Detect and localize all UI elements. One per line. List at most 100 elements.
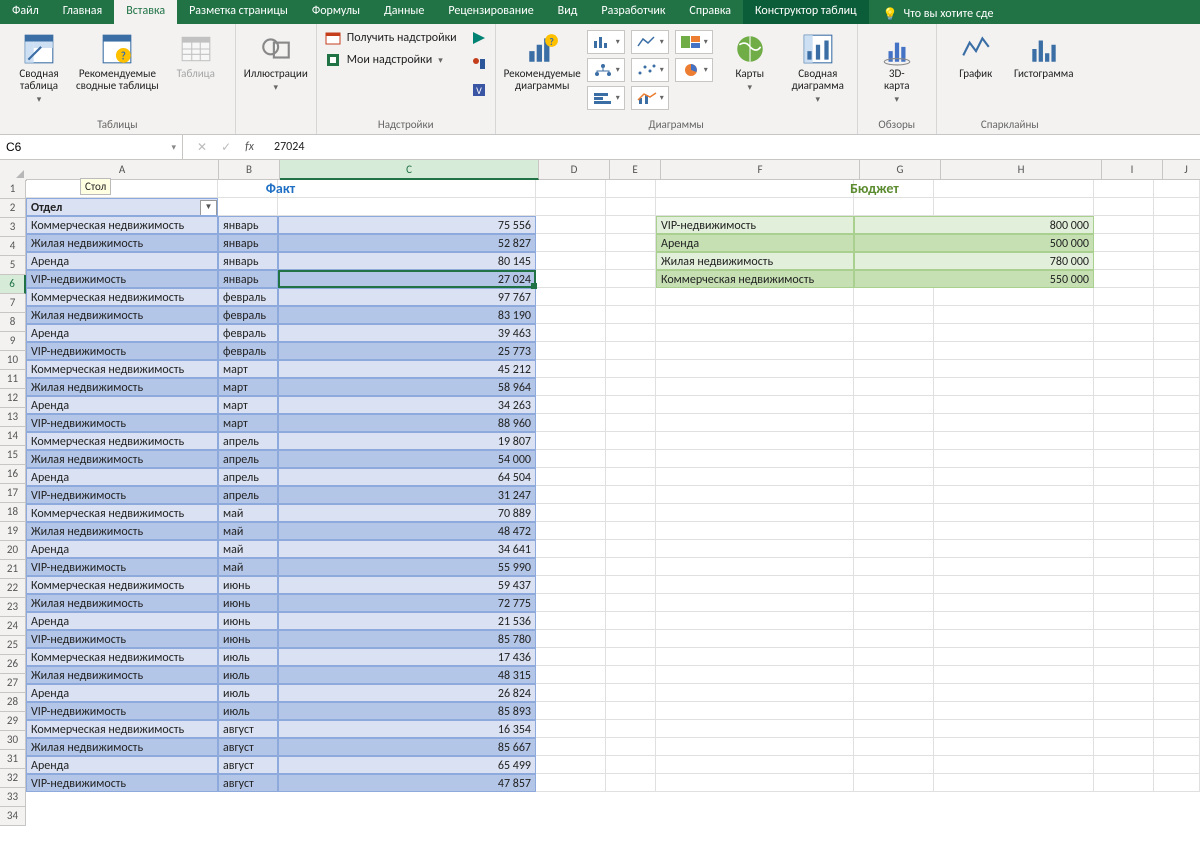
people-graph-icon[interactable] [471,56,487,76]
cell-blank[interactable] [606,270,656,288]
cell-blank[interactable] [1094,576,1154,594]
cell-blank[interactable] [1094,486,1154,504]
cell-blank[interactable] [606,306,656,324]
cell-blank[interactable] [536,396,606,414]
cell-blank[interactable] [1094,270,1154,288]
cell-blank[interactable] [606,342,656,360]
recommended-pivot-button[interactable]: ? Рекомендуемые сводные таблицы [76,28,159,92]
filter-button[interactable]: ▼ [200,200,217,216]
row-header-21[interactable]: 21 [0,560,26,579]
cell-blank[interactable] [1154,450,1200,468]
fact-month[interactable]: март [218,360,278,378]
budget-plan[interactable]: 780 000 [854,252,1094,270]
fact-amount[interactable]: 59 437 [278,576,536,594]
row-header-8[interactable]: 8 [0,313,26,332]
fact-month[interactable]: апрель [218,450,278,468]
cell-blank[interactable] [218,198,278,216]
get-addins-button[interactable]: Получить надстройки [325,30,457,46]
maps-button[interactable]: Карты▾ [719,28,781,94]
fact-amount[interactable]: 26 824 [278,684,536,702]
fact-amount[interactable]: 85 780 [278,630,536,648]
cell-blank[interactable] [606,378,656,396]
fact-month[interactable]: март [218,378,278,396]
tab-review[interactable]: Рецензирование [436,0,545,24]
cell-blank[interactable] [854,288,934,306]
cell-blank[interactable] [854,558,934,576]
tab-view[interactable]: Вид [546,0,590,24]
cell-blank[interactable] [1094,738,1154,756]
fact-dept[interactable]: Аренда [26,756,218,774]
tab-formulas[interactable]: Формулы [300,0,372,24]
formula-input[interactable]: 27024 [268,140,1200,154]
row-header-10[interactable]: 10 [0,351,26,370]
cell-blank[interactable] [1154,468,1200,486]
cell-blank[interactable] [536,270,606,288]
row-header-9[interactable]: 9 [0,332,26,351]
fact-dept[interactable]: Аренда [26,252,218,270]
cell-blank[interactable] [934,378,1094,396]
cell-blank[interactable] [854,702,934,720]
cell-blank[interactable] [934,720,1094,738]
cell-blank[interactable] [536,648,606,666]
cell-blank[interactable] [1094,612,1154,630]
cell-blank[interactable] [1154,414,1200,432]
cell-blank[interactable] [1154,216,1200,234]
budget-plan[interactable]: 500 000 [854,234,1094,252]
cell-blank[interactable] [1094,378,1154,396]
fact-month[interactable]: август [218,756,278,774]
cell-blank[interactable] [1094,648,1154,666]
cell-blank[interactable] [536,468,606,486]
fact-amount[interactable]: 72 775 [278,594,536,612]
cell-blank[interactable] [606,198,656,216]
cell-blank[interactable] [606,648,656,666]
cell-blank[interactable] [854,504,934,522]
cell-blank[interactable] [606,756,656,774]
fact-amount[interactable]: 48 472 [278,522,536,540]
line-chart-button[interactable]: ▾ [631,30,669,54]
fact-dept[interactable]: Жилая недвижимость [26,594,218,612]
cell-blank[interactable] [606,414,656,432]
cell-blank[interactable] [934,612,1094,630]
cell-blank[interactable] [934,324,1094,342]
tab-data[interactable]: Данные [372,0,436,24]
row-header-1[interactable]: 1 [0,180,26,199]
cell-blank[interactable] [1154,684,1200,702]
cell-blank[interactable] [1154,306,1200,324]
cell-blank[interactable] [854,738,934,756]
cell-blank[interactable] [536,702,606,720]
cell-blank[interactable] [536,720,606,738]
pivot-chart-button[interactable]: Сводная диаграмма▾ [787,28,849,106]
cell-blank[interactable] [934,414,1094,432]
cell-blank[interactable] [854,378,934,396]
cell-blank[interactable] [536,324,606,342]
cell-blank[interactable] [606,630,656,648]
fact-month[interactable]: март [218,414,278,432]
fact-month[interactable]: март [218,396,278,414]
cell-blank[interactable] [606,594,656,612]
column-header-A[interactable]: A [26,160,219,180]
cell-blank[interactable] [606,450,656,468]
cell-blank[interactable] [606,612,656,630]
cell-blank[interactable] [656,486,854,504]
fact-dept[interactable]: Коммерческая недвижимость [26,720,218,738]
cell-blank[interactable] [1154,486,1200,504]
cell-blank[interactable] [536,684,606,702]
cell-blank[interactable] [1094,504,1154,522]
cell-blank[interactable] [1154,198,1200,216]
cell-blank[interactable] [934,468,1094,486]
fact-month[interactable]: июль [218,666,278,684]
fact-dept[interactable]: Жилая недвижимость [26,666,218,684]
cell-blank[interactable] [1094,252,1154,270]
cell-blank[interactable] [934,432,1094,450]
column-header-D[interactable]: D [539,160,610,180]
cell-blank[interactable] [536,630,606,648]
cell-blank[interactable] [854,774,934,792]
cell-blank[interactable] [536,612,606,630]
cell-blank[interactable] [656,612,854,630]
fact-dept[interactable]: Жилая недвижимость [26,378,218,396]
fact-dept[interactable]: Коммерческая недвижимость [26,360,218,378]
cell-blank[interactable] [934,738,1094,756]
cell-blank[interactable] [1154,576,1200,594]
cell-blank[interactable] [854,666,934,684]
fact-dept[interactable]: VIP-недвижимость [26,702,218,720]
